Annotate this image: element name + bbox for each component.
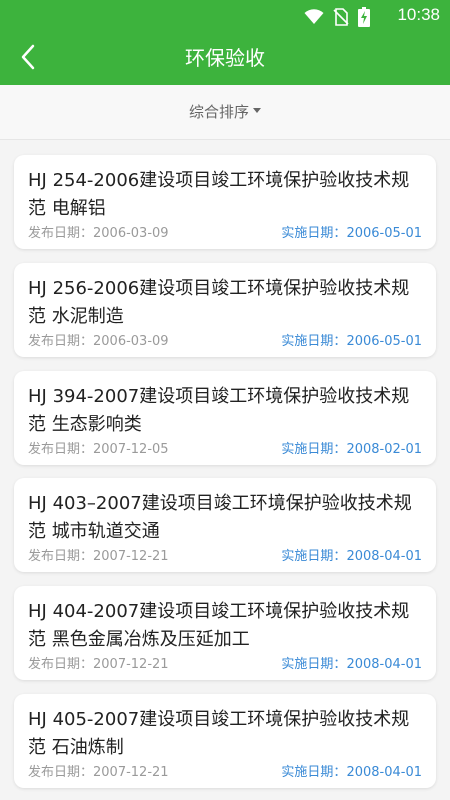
effective-date-label: 实施日期：: [281, 549, 347, 564]
effective-date-label: 实施日期：: [281, 226, 347, 241]
publish-date: 发布日期：2006-03-09: [28, 330, 169, 349]
item-title: HJ 256-2006建设项目竣工环境保护验收技术规范 水泥制造: [28, 278, 410, 327]
effective-date: 实施日期：2008-04-01: [281, 653, 422, 672]
effective-date: 实施日期：2008-04-01: [281, 545, 422, 564]
list-item[interactable]: HJ 405-2007建设项目竣工环境保护验收技术规范 石油炼制 发布日期：20…: [14, 694, 436, 788]
publish-date-value: 2007-12-21: [93, 549, 169, 564]
publish-date-label: 发布日期：: [28, 549, 94, 564]
effective-date-value: 2008-04-01: [346, 765, 422, 780]
list-item[interactable]: HJ 404-2007建设项目竣工环境保护验收技术规范 黑色金属冶炼及压延加工 …: [14, 586, 436, 680]
caret-down-icon: [253, 108, 261, 113]
app-header: 10:38 环保验收: [0, 0, 450, 85]
sort-dropdown[interactable]: 综合排序: [0, 101, 450, 122]
item-title: HJ 403–2007建设项目竣工环境保护验收技术规范 城市轨道交通: [28, 493, 412, 542]
publish-date-value: 2006-03-09: [93, 226, 169, 241]
effective-date-label: 实施日期：: [281, 334, 347, 349]
publish-date-value: 2007-12-05: [93, 442, 169, 457]
list-item[interactable]: HJ 256-2006建设项目竣工环境保护验收技术规范 水泥制造 发布日期：20…: [14, 263, 436, 357]
sort-label: 综合排序: [188, 103, 249, 121]
publish-date: 发布日期：2007-12-21: [28, 761, 169, 780]
battery-charging-icon: [358, 7, 370, 27]
publish-date: 发布日期：2007-12-21: [28, 653, 169, 672]
effective-date: 实施日期：2008-04-01: [281, 761, 422, 780]
wifi-icon: [304, 9, 324, 24]
effective-date-label: 实施日期：: [281, 442, 347, 457]
status-bar: 10:38: [0, 0, 450, 30]
no-sim-icon: [333, 8, 349, 26]
page-title: 环保验收: [185, 46, 265, 70]
effective-date-value: 2006-05-01: [346, 226, 422, 241]
list-item[interactable]: HJ 394-2007建设项目竣工环境保护验收技术规范 生态影响类 发布日期：2…: [14, 371, 436, 465]
publish-date-label: 发布日期：: [28, 226, 94, 241]
status-icons: [304, 7, 370, 27]
item-title: HJ 405-2007建设项目竣工环境保护验收技术规范 石油炼制: [28, 709, 410, 758]
publish-date-label: 发布日期：: [28, 765, 94, 780]
list-item[interactable]: HJ 403–2007建设项目竣工环境保护验收技术规范 城市轨道交通 发布日期：…: [14, 478, 436, 572]
publish-date: 发布日期：2007-12-21: [28, 545, 169, 564]
effective-date-value: 2008-04-01: [346, 549, 422, 564]
sort-bar: 综合排序: [0, 85, 450, 140]
item-title: HJ 254-2006建设项目竣工环境保护验收技术规范 电解铝: [28, 170, 410, 219]
effective-date-value: 2008-04-01: [346, 657, 422, 672]
effective-date-value: 2006-05-01: [346, 334, 422, 349]
list-item[interactable]: HJ 254-2006建设项目竣工环境保护验收技术规范 电解铝 发布日期：200…: [14, 155, 436, 249]
publish-date-label: 发布日期：: [28, 334, 94, 349]
effective-date: 实施日期：2006-05-01: [281, 222, 422, 241]
publish-date-label: 发布日期：: [28, 442, 94, 457]
publish-date-value: 2006-03-09: [93, 334, 169, 349]
effective-date: 实施日期：2006-05-01: [281, 330, 422, 349]
effective-date-value: 2008-02-01: [346, 442, 422, 457]
effective-date-label: 实施日期：: [281, 657, 347, 672]
effective-date: 实施日期：2008-02-01: [281, 438, 422, 457]
item-title: HJ 394-2007建设项目竣工环境保护验收技术规范 生态影响类: [28, 386, 410, 435]
title-row: 环保验收: [0, 30, 450, 85]
status-time: 10:38: [397, 5, 440, 24]
item-title: HJ 404-2007建设项目竣工环境保护验收技术规范 黑色金属冶炼及压延加工: [28, 601, 410, 650]
publish-date: 发布日期：2007-12-05: [28, 438, 169, 457]
publish-date-label: 发布日期：: [28, 657, 94, 672]
publish-date-value: 2007-12-21: [93, 765, 169, 780]
publish-date: 发布日期：2006-03-09: [28, 222, 169, 241]
effective-date-label: 实施日期：: [281, 765, 347, 780]
publish-date-value: 2007-12-21: [93, 657, 169, 672]
